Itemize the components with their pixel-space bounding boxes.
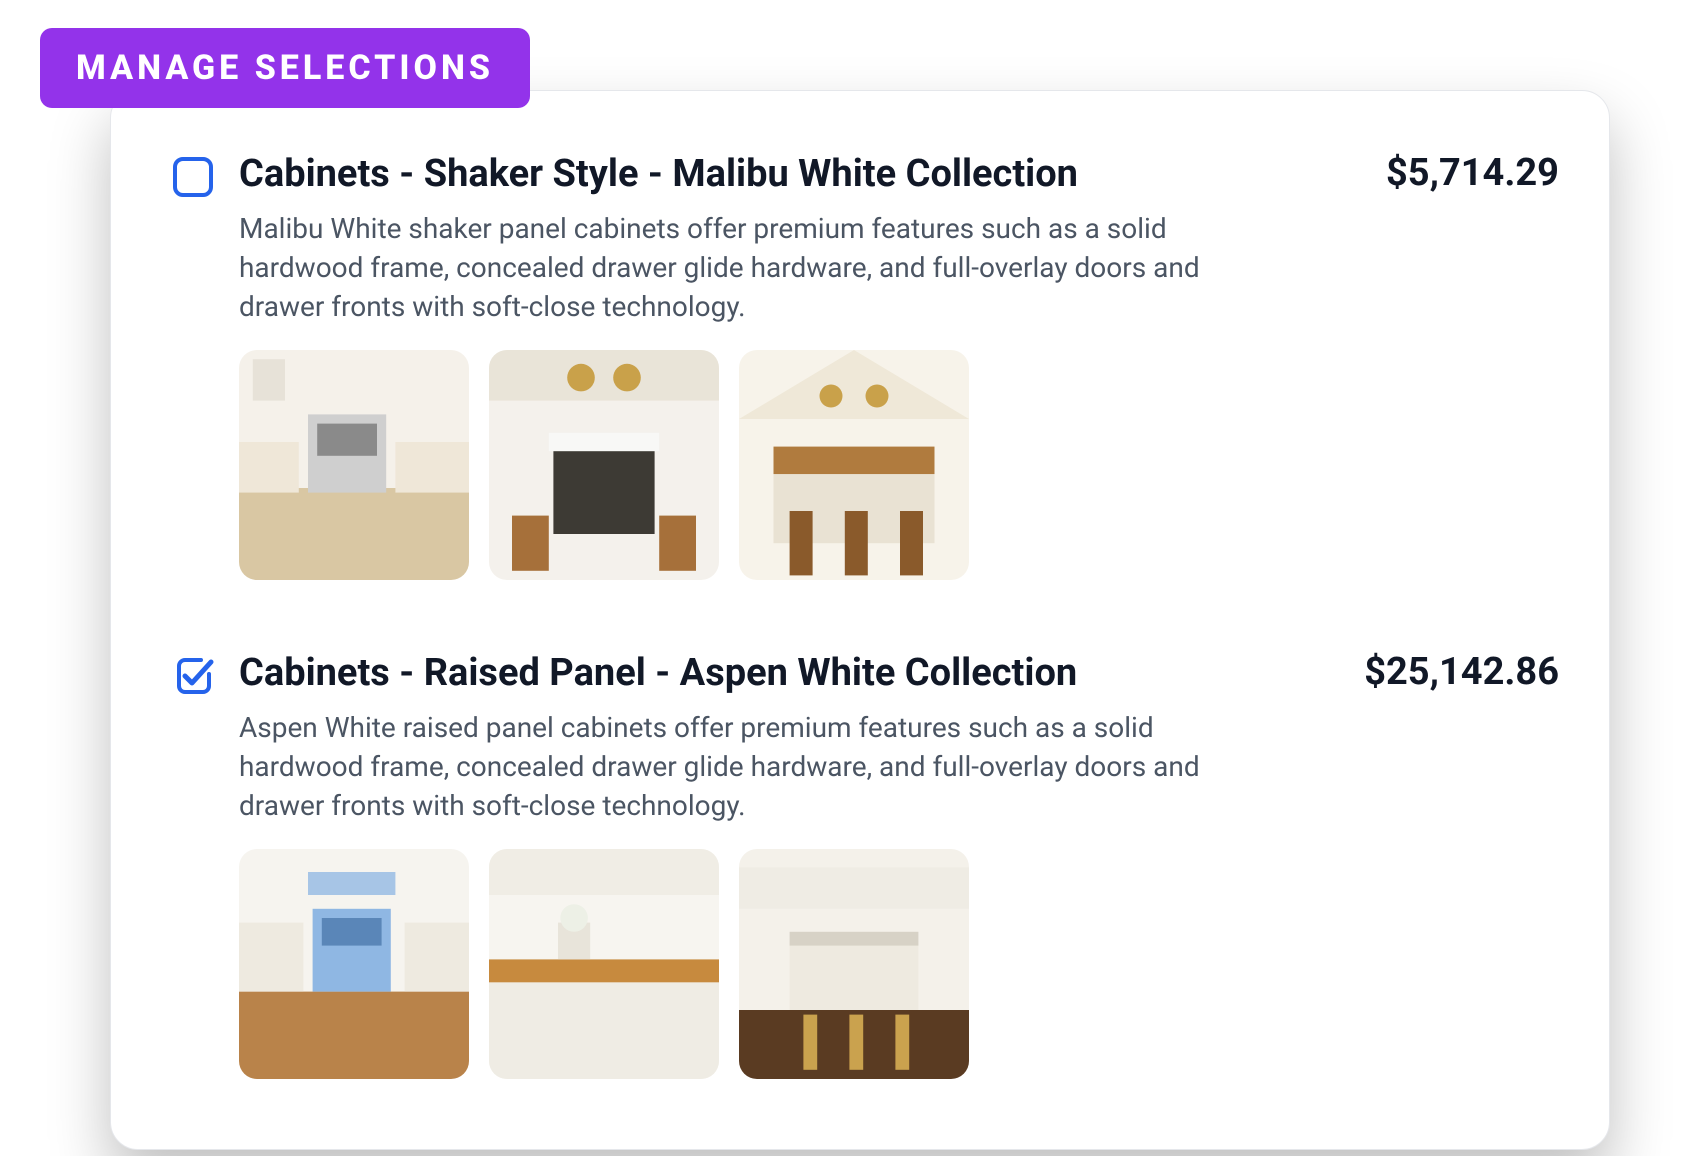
thumbnail-row (239, 849, 1559, 1079)
checkbox-unchecked[interactable] (171, 155, 215, 199)
selection-item: Cabinets - Raised Panel - Aspen White Co… (171, 640, 1559, 1099)
selection-price: $5,714.29 (1386, 151, 1559, 195)
selections-card: Cabinets - Shaker Style - Malibu White C… (110, 90, 1610, 1150)
selection-description: Malibu White shaker panel cabinets offer… (239, 209, 1259, 327)
kitchen-photo-icon (239, 849, 469, 1079)
kitchen-photo-icon (489, 350, 719, 580)
check-square-icon (171, 654, 215, 698)
selection-title: Cabinets - Shaker Style - Malibu White C… (239, 151, 1078, 199)
square-icon (171, 155, 215, 199)
selection-item: Cabinets - Shaker Style - Malibu White C… (171, 141, 1559, 600)
selection-content: Cabinets - Shaker Style - Malibu White C… (239, 151, 1559, 580)
selection-title: Cabinets - Raised Panel - Aspen White Co… (239, 650, 1077, 698)
thumbnail-image[interactable] (739, 849, 969, 1079)
selection-content: Cabinets - Raised Panel - Aspen White Co… (239, 650, 1559, 1079)
checkbox-checked[interactable] (171, 654, 215, 698)
thumbnail-image[interactable] (489, 849, 719, 1079)
selection-price: $25,142.86 (1364, 650, 1559, 694)
selection-description: Aspen White raised panel cabinets offer … (239, 708, 1259, 826)
manage-selections-badge: MANAGE SELECTIONS (40, 28, 530, 108)
kitchen-photo-icon (239, 350, 469, 580)
kitchen-photo-icon (739, 849, 969, 1079)
thumbnail-image[interactable] (739, 350, 969, 580)
thumbnail-image[interactable] (239, 350, 469, 580)
thumbnail-image[interactable] (489, 350, 719, 580)
kitchen-photo-icon (489, 849, 719, 1079)
thumbnail-row (239, 350, 1559, 580)
thumbnail-image[interactable] (239, 849, 469, 1079)
kitchen-photo-icon (739, 350, 969, 580)
